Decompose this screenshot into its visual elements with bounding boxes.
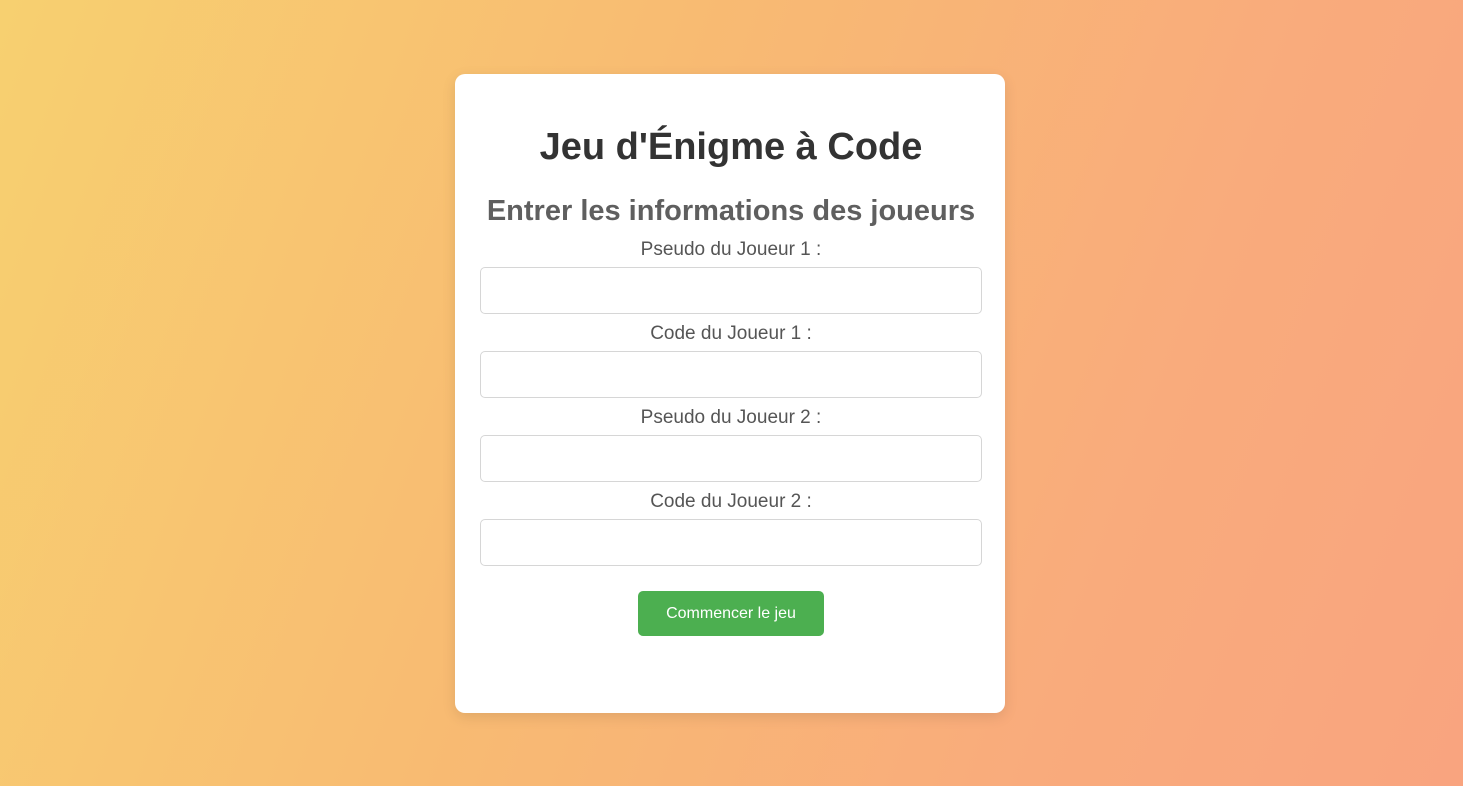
player1-code-label: Code du Joueur 1 : xyxy=(650,323,812,344)
player2-code-field: Code du Joueur 2 : xyxy=(480,491,982,566)
player2-code-input[interactable] xyxy=(480,519,982,566)
player1-code-input[interactable] xyxy=(480,351,982,398)
page-title: Jeu d'Énigme à Code xyxy=(539,126,923,168)
setup-card: Jeu d'Énigme à Code Entrer les informati… xyxy=(455,74,1005,713)
player2-pseudo-input[interactable] xyxy=(480,435,982,482)
start-game-button[interactable]: Commencer le jeu xyxy=(638,591,824,636)
player1-pseudo-field: Pseudo du Joueur 1 : xyxy=(480,239,982,314)
page-subtitle: Entrer les informations des joueurs xyxy=(486,195,976,227)
player1-pseudo-input[interactable] xyxy=(480,267,982,314)
player2-pseudo-label: Pseudo du Joueur 2 : xyxy=(640,407,822,428)
player2-code-label: Code du Joueur 2 : xyxy=(650,491,812,512)
player2-pseudo-field: Pseudo du Joueur 2 : xyxy=(480,407,982,482)
player1-code-field: Code du Joueur 1 : xyxy=(480,323,982,398)
player1-pseudo-label: Pseudo du Joueur 1 : xyxy=(640,239,822,260)
